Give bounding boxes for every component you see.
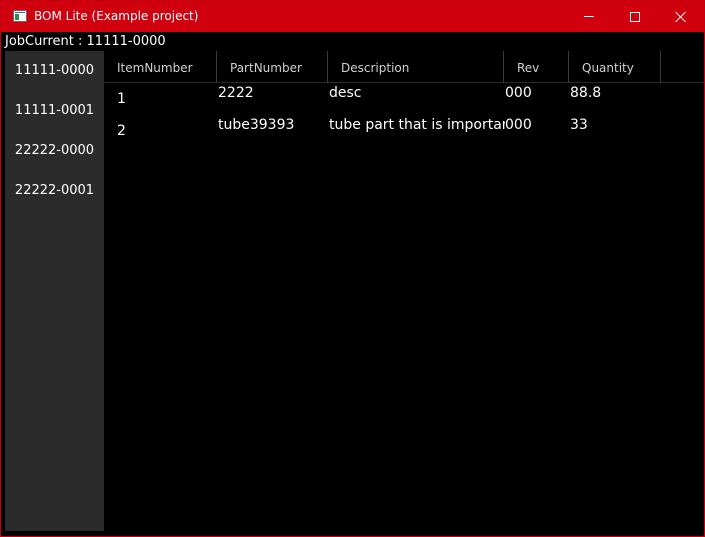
job-list-item[interactable]: 22222-0001 (5, 171, 104, 211)
job-list: 11111-0000 11111-0001 22222-0000 22222-0… (5, 51, 104, 531)
cell-rev[interactable]: 000 (505, 117, 532, 133)
cell-part-number[interactable]: 2222 (218, 85, 254, 101)
app-icon (13, 10, 27, 22)
cell-description[interactable]: desc (329, 85, 362, 101)
cell-description[interactable]: tube part that is important (329, 117, 505, 133)
current-job-value: 11111-0000 (86, 34, 166, 49)
grid-header-row: ItemNumber PartNumber Description Rev Qu… (104, 51, 704, 83)
title-bar[interactable]: BOM Lite (Example project) (1, 1, 704, 32)
column-header-quantity[interactable]: Quantity (569, 51, 661, 83)
cell-part-number[interactable]: tube39393 (218, 117, 294, 133)
job-list-item[interactable]: 11111-0001 (5, 91, 104, 131)
current-job: JobCurrent11111-0000 (5, 34, 166, 49)
cell-item-number[interactable]: 2 (117, 123, 126, 139)
maximize-icon (630, 11, 640, 22)
current-job-label: JobCurrent (5, 34, 87, 49)
app-window: BOM Lite (Example project) JobCurrent111… (0, 0, 705, 537)
column-header-item-number[interactable]: ItemNumber (104, 51, 217, 83)
cell-quantity[interactable]: 33 (570, 117, 588, 133)
window-title: BOM Lite (Example project) (34, 9, 199, 23)
job-list-item[interactable]: 11111-0000 (5, 51, 104, 91)
close-icon (675, 11, 687, 23)
column-header-description[interactable]: Description (328, 51, 504, 83)
cell-item-number[interactable]: 1 (117, 91, 126, 107)
maximize-button[interactable] (612, 1, 658, 32)
minimize-icon (584, 16, 594, 17)
cell-rev[interactable]: 000 (505, 85, 532, 101)
column-header-part-number[interactable]: PartNumber (217, 51, 328, 83)
minimize-button[interactable] (566, 1, 612, 32)
job-list-item[interactable]: 22222-0000 (5, 131, 104, 171)
close-button[interactable] (658, 1, 704, 32)
bom-data-grid: ItemNumber PartNumber Description Rev Qu… (104, 51, 704, 531)
cell-quantity[interactable]: 88.8 (570, 85, 601, 101)
column-header-rev[interactable]: Rev (504, 51, 569, 83)
